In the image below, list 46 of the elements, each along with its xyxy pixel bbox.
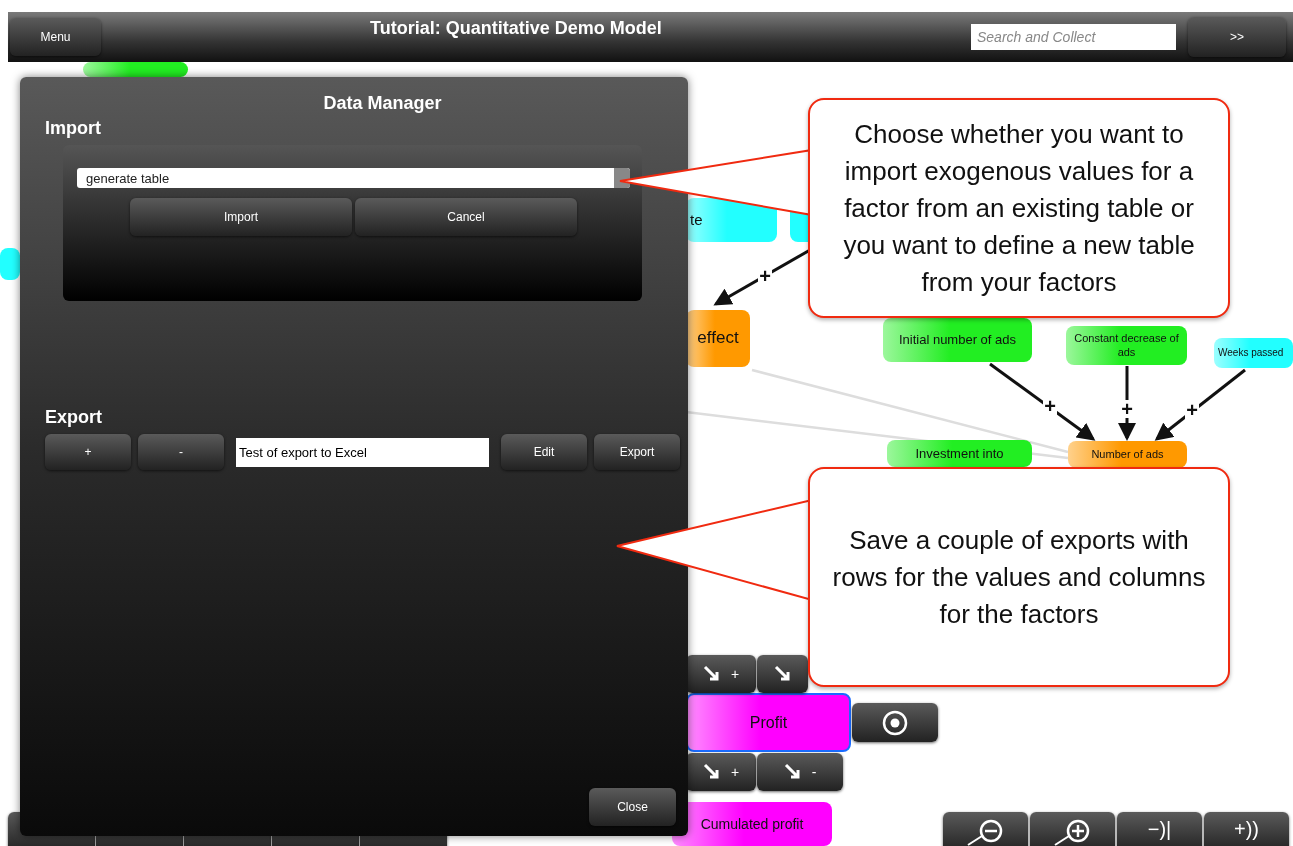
export-button[interactable]: Export: [594, 434, 680, 470]
diagram-node[interactable]: Profit: [686, 693, 851, 752]
focus-button[interactable]: [852, 703, 938, 742]
menu-button[interactable]: Menu: [10, 18, 101, 56]
dialog-button[interactable]: Import: [130, 198, 352, 236]
zoom-button[interactable]: [943, 812, 1028, 846]
source-dropdown[interactable]: generate table: [77, 168, 630, 188]
view-button[interactable]: +)): [1204, 812, 1289, 846]
search-field[interactable]: Search and Collect: [971, 24, 1176, 50]
add-button[interactable]: +: [45, 434, 131, 470]
diagram-node[interactable]: effect: [686, 310, 750, 367]
diagram-node[interactable]: Cumulated profit: [672, 802, 832, 846]
link-sign: +: [1120, 400, 1134, 418]
zoom-button[interactable]: [1030, 812, 1115, 846]
forward-button[interactable]: >>: [1188, 17, 1286, 57]
link-tool-button[interactable]: [757, 655, 808, 693]
diagram-node[interactable]: [0, 248, 20, 280]
dialog-title: Data Manager: [323, 93, 442, 114]
close-button[interactable]: Close: [589, 788, 676, 826]
diagram-node[interactable]: Investment into: [887, 440, 1032, 467]
window-title: Tutorial: Quantitative Demo Model: [370, 18, 662, 39]
diagram-node[interactable]: Constant decrease of ads: [1066, 326, 1187, 365]
arrow-icon: [702, 665, 721, 683]
remove-button[interactable]: -: [138, 434, 224, 470]
export-name-field[interactable]: Test of export to Excel: [236, 437, 489, 467]
arrow-icon: [773, 665, 792, 683]
link-sign: +: [1185, 401, 1199, 419]
link-tool-button[interactable]: +: [686, 655, 756, 693]
target-icon: [882, 709, 908, 736]
link-tool-button[interactable]: -: [757, 753, 843, 791]
diagram-node[interactable]: Number of ads: [1068, 441, 1187, 468]
diagram-node[interactable]: [83, 62, 188, 77]
section-heading: Import: [45, 118, 101, 139]
edit-button[interactable]: Edit: [501, 434, 587, 470]
link-sign: +: [1043, 397, 1057, 415]
diagram-node[interactable]: Initial number of ads: [883, 318, 1032, 362]
link-tool-button[interactable]: +: [686, 753, 756, 791]
diagram-node[interactable]: Weeks passed: [1214, 338, 1293, 368]
dialog-button[interactable]: Cancel: [355, 198, 577, 236]
link-sign: +: [758, 267, 772, 285]
callout-text: Choose whether you want to import exogenous values for a factor from an existing table or you want to define a new table from your factors: [842, 117, 1196, 299]
callout-text: Save a couple of exports with rows for the values and columns for the factors: [831, 523, 1207, 631]
arrow-icon: [702, 763, 721, 781]
view-button[interactable]: −)|: [1117, 812, 1202, 846]
arrow-icon: [783, 763, 802, 781]
section-heading: Export: [45, 407, 102, 428]
